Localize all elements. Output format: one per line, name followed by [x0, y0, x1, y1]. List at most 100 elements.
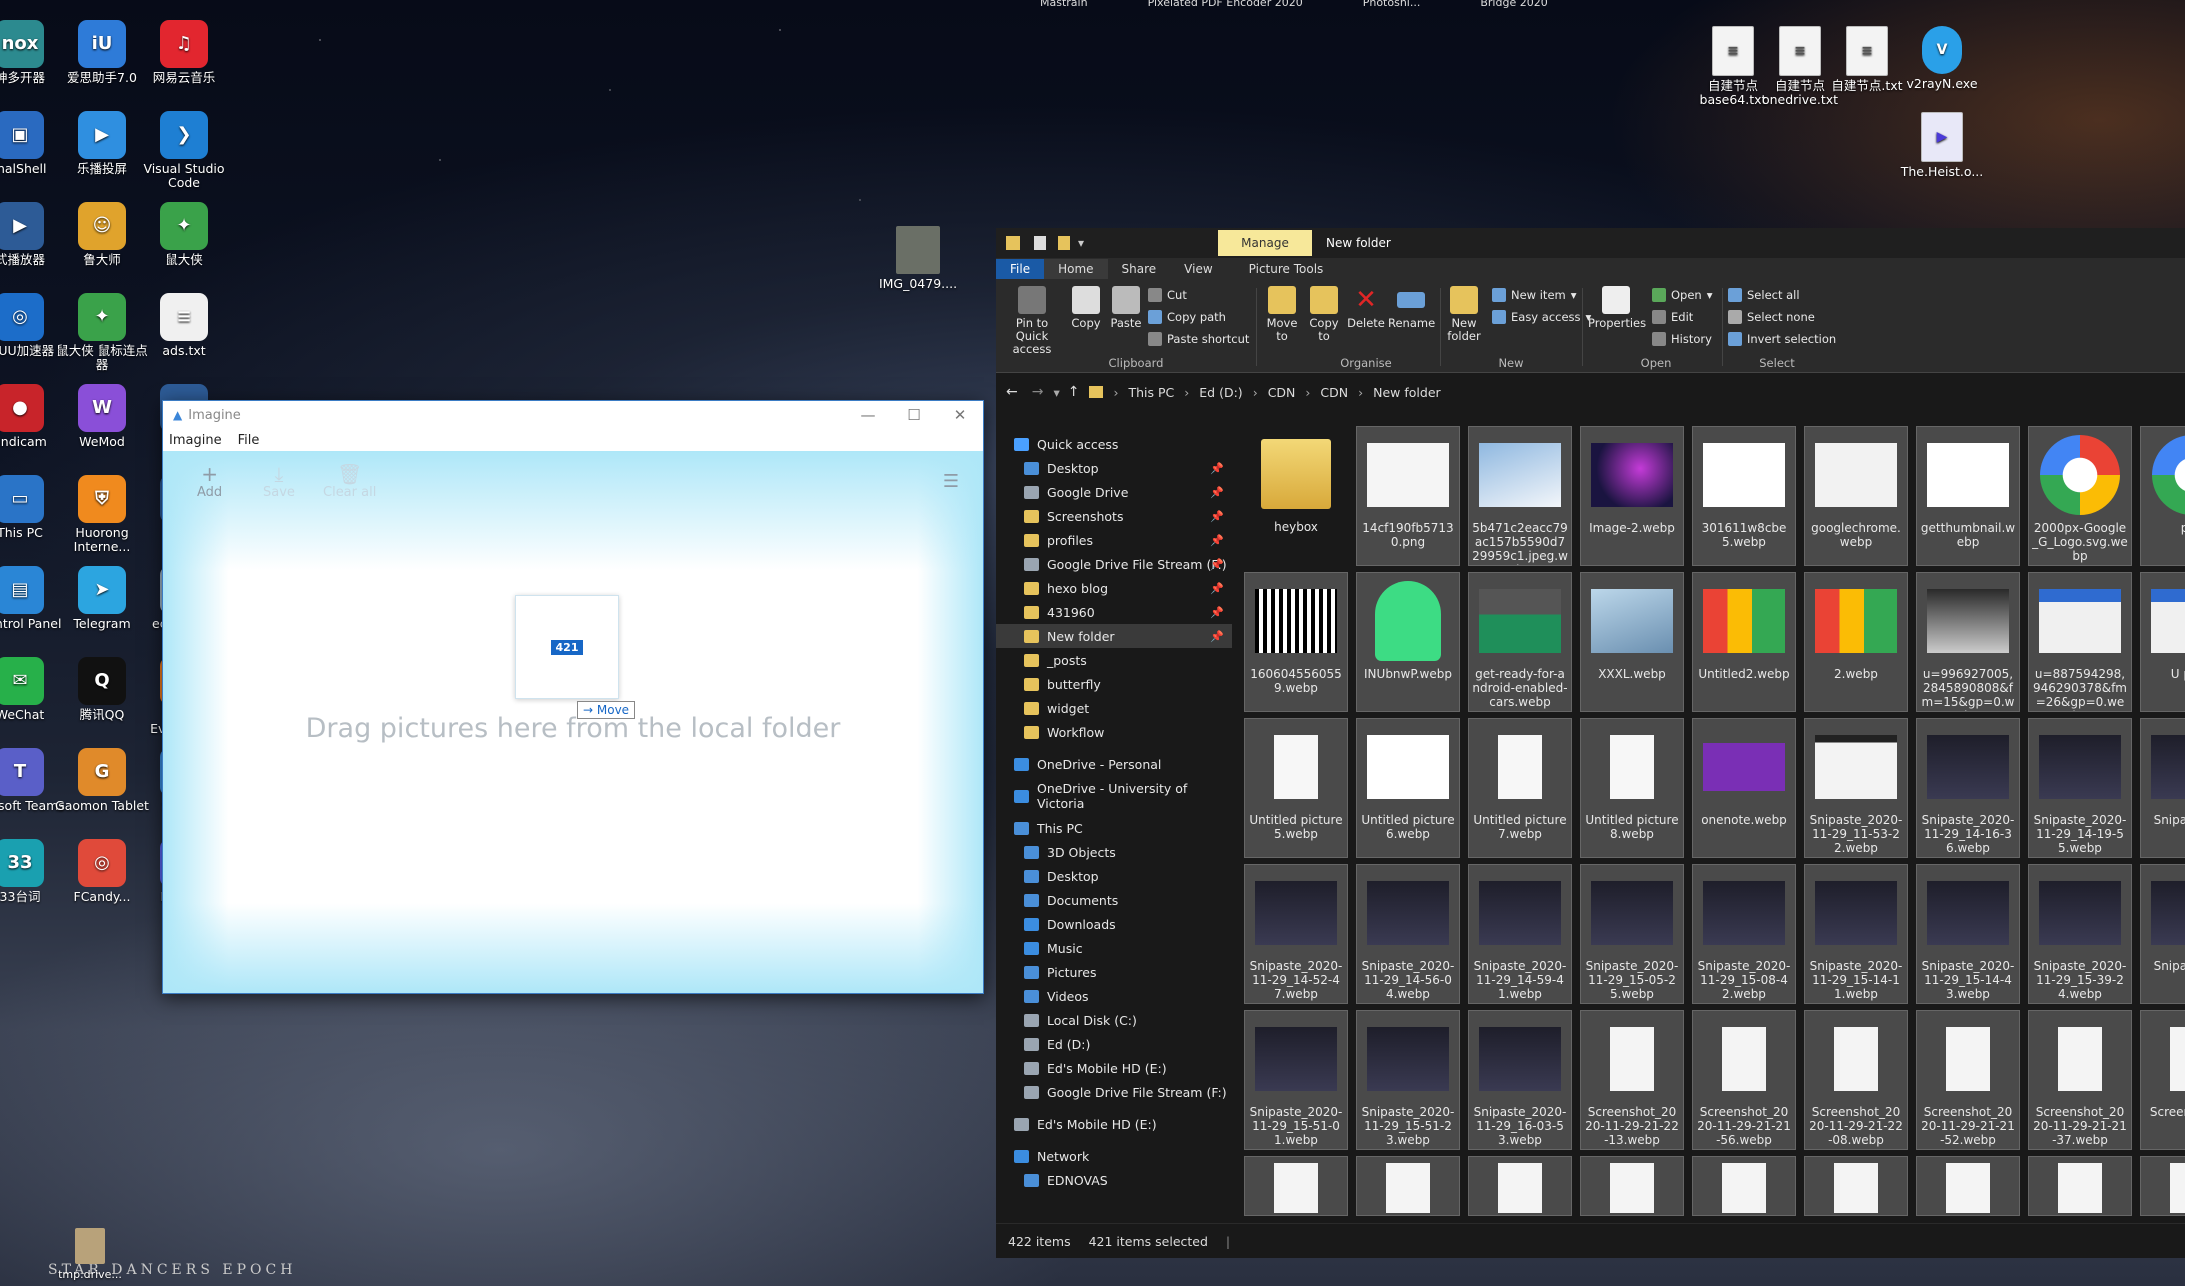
desktop-icon-tmp[interactable]: tmp.drive...: [40, 1228, 140, 1282]
pin-to-quick-access-button[interactable]: Pin to Quick access: [1000, 286, 1064, 356]
minimize-icon[interactable]: —: [845, 406, 891, 424]
nav-item[interactable]: Videos: [996, 984, 1232, 1008]
file-tile[interactable]: Screen 11-29-: [2140, 1010, 2185, 1150]
paste-button[interactable]: Paste: [1108, 286, 1144, 330]
menu-imagine[interactable]: Imagine: [169, 433, 222, 448]
file-tile[interactable]: getthumbnail.webp: [1916, 426, 2020, 566]
nav-item[interactable]: 3D Objects: [996, 840, 1232, 864]
qat-dropdown-icon[interactable]: ▾: [1078, 236, 1084, 250]
breadcrumb-item[interactable]: Ed (D:): [1199, 385, 1242, 400]
nav-item[interactable]: Ed's Mobile HD (E:): [996, 1056, 1232, 1080]
nav-item[interactable]: Workflow: [996, 720, 1232, 744]
nav-item[interactable]: butterfly: [996, 672, 1232, 696]
file-tile[interactable]: Untitled picture8.webp: [1580, 718, 1684, 858]
nav-item[interactable]: _posts: [996, 648, 1232, 672]
desktop-icon-img[interactable]: IMG_0479....: [868, 226, 968, 291]
nav-item[interactable]: Google Drive File Stream (F:) 📌: [996, 552, 1232, 576]
breadcrumb-item[interactable]: New folder: [1373, 385, 1441, 400]
tab-manage[interactable]: Manage: [1218, 230, 1312, 256]
desktop-icon[interactable]: ✦ 鼠大侠: [134, 202, 234, 267]
nav-item[interactable]: Google Drive File Stream (F:): [996, 1080, 1232, 1104]
file-tile[interactable]: get-ready-for-android-enabled-cars.webp: [1468, 572, 1572, 712]
save-button[interactable]: ⤓ Save: [263, 463, 295, 500]
file-tile[interactable]: Snipaste_2020-11-29_14-59-41.webp: [1468, 864, 1572, 1004]
new-item-button[interactable]: New item ▾: [1492, 288, 1577, 302]
close-icon[interactable]: ✕: [937, 406, 983, 424]
file-tile[interactable]: Image-2.webp: [1580, 426, 1684, 566]
tab-picture-tools[interactable]: Picture Tools: [1235, 262, 1338, 276]
file-tile[interactable]: [2140, 1156, 2185, 1216]
open-button[interactable]: Open ▾: [1652, 288, 1713, 302]
nav-item[interactable]: EDNOVAS: [996, 1168, 1232, 1192]
nav-item[interactable]: Google Drive 📌: [996, 480, 1232, 504]
explorer-titlebar[interactable]: ▾ Manage New folder: [996, 228, 2185, 258]
file-tile[interactable]: [1804, 1156, 1908, 1216]
file-tile[interactable]: Snipas -29_1: [2140, 718, 2185, 858]
copy-to-button[interactable]: Copy to: [1304, 286, 1344, 343]
new-folder-icon[interactable]: [1058, 236, 1070, 250]
forward-icon[interactable]: →: [1032, 384, 1044, 400]
breadcrumb-item[interactable]: This PC: [1128, 385, 1174, 400]
file-tile[interactable]: Untitled picture5.webp: [1244, 718, 1348, 858]
properties-button[interactable]: Properties: [1588, 286, 1646, 330]
file-tile[interactable]: Snipaste_2020-11-29_15-51-01.webp: [1244, 1010, 1348, 1150]
menu-file[interactable]: File: [238, 433, 260, 448]
file-tile[interactable]: heybox: [1244, 426, 1348, 566]
file-tile[interactable]: 5b471c2eacc79ac157b5590d729959c1.jpeg.we…: [1468, 426, 1572, 566]
file-tile[interactable]: onenote.webp: [1692, 718, 1796, 858]
delete-button[interactable]: ✕ Delete: [1346, 286, 1386, 330]
file-tile[interactable]: u=996927005,2845890808&fm=15&gp=0.webp: [1916, 572, 2020, 712]
nav-item[interactable]: Desktop: [996, 864, 1232, 888]
file-tile[interactable]: Snipas -29_1: [2140, 864, 2185, 1004]
nav-item[interactable]: This PC: [996, 816, 1232, 840]
history-button[interactable]: History: [1652, 332, 1712, 346]
nav-item[interactable]: Screenshots 📌: [996, 504, 1232, 528]
nav-item[interactable]: 431960 📌: [996, 600, 1232, 624]
file-tile[interactable]: Snipaste_2020-11-29_16-03-53.webp: [1468, 1010, 1572, 1150]
file-tile[interactable]: Screenshot_2020-11-29-21-21-37.webp: [2028, 1010, 2132, 1150]
file-tile[interactable]: Snipaste_2020-11-29_14-56-04.webp: [1356, 864, 1460, 1004]
file-tile[interactable]: googlechrome.webp: [1804, 426, 1908, 566]
nav-item[interactable]: Ed's Mobile HD (E:): [996, 1112, 1232, 1136]
file-tile[interactable]: [1916, 1156, 2020, 1216]
properties-icon[interactable]: [1034, 236, 1046, 250]
file-tile[interactable]: Snipaste_2020-11-29_15-14-11.webp: [1804, 864, 1908, 1004]
file-tile[interactable]: [1580, 1156, 1684, 1216]
back-icon[interactable]: ←: [1006, 384, 1018, 400]
file-tile[interactable]: Untitled picture6.webp: [1356, 718, 1460, 858]
nav-item[interactable]: Desktop 📌: [996, 456, 1232, 480]
file-tile[interactable]: Snipaste_2020-11-29_14-16-36.webp: [1916, 718, 2020, 858]
file-tile[interactable]: Snipaste_2020-11-29_15-14-43.webp: [1916, 864, 2020, 1004]
file-tile[interactable]: Screenshot_2020-11-29-21-21-56.webp: [1692, 1010, 1796, 1150]
file-tile[interactable]: 301611w8cbe5.webp: [1692, 426, 1796, 566]
desktop-icon[interactable]: ❯ Visual Studio Code: [134, 111, 234, 190]
nav-item[interactable]: Music: [996, 936, 1232, 960]
file-tile[interactable]: u=887594298,946290378&fm=26&gp=0.webp: [2028, 572, 2132, 712]
file-tile[interactable]: XXXL.webp: [1580, 572, 1684, 712]
rename-button[interactable]: Rename: [1388, 286, 1435, 330]
cut-button[interactable]: Cut: [1148, 288, 1187, 302]
nav-item[interactable]: Quick access: [996, 432, 1232, 456]
breadcrumb-item[interactable]: CDN: [1268, 385, 1296, 400]
file-tile[interactable]: U pictu: [2140, 572, 2185, 712]
file-tile[interactable]: [1244, 1156, 1348, 1216]
file-tile[interactable]: Snipaste_2020-11-29_15-39-24.webp: [2028, 864, 2132, 1004]
file-tile[interactable]: Screenshot_2020-11-29-21-22-08.webp: [1804, 1010, 1908, 1150]
desktop-icon[interactable]: ♫ 网易云音乐: [134, 20, 234, 85]
nav-item[interactable]: New folder 📌: [996, 624, 1232, 648]
invert-selection-button[interactable]: Invert selection: [1728, 332, 1836, 346]
easy-access-button[interactable]: Easy access ▾: [1492, 310, 1591, 324]
file-tile[interactable]: Snipaste_2020-11-29_15-05-25.webp: [1580, 864, 1684, 1004]
nav-item[interactable]: Pictures: [996, 960, 1232, 984]
file-tile[interactable]: 2000px-Google_G_Logo.svg.webp: [2028, 426, 2132, 566]
nav-item[interactable]: Documents: [996, 888, 1232, 912]
imagine-drop-zone[interactable]: + Add ⤓ Save 🗑 Clear all ☰ 421 Drag pict…: [163, 451, 983, 993]
desktop-icon[interactable]: ≡ ads.txt: [134, 293, 234, 358]
chevron-down-icon[interactable]: ▾: [1053, 385, 1059, 400]
tab-home[interactable]: Home: [1044, 259, 1108, 279]
settings-sliders-icon[interactable]: ☰: [943, 471, 959, 492]
up-icon[interactable]: ↑: [1068, 384, 1080, 400]
file-tile[interactable]: Untitled picture7.webp: [1468, 718, 1572, 858]
nav-item[interactable]: profiles 📌: [996, 528, 1232, 552]
file-tile[interactable]: Snipaste_2020-11-29_14-19-55.webp: [2028, 718, 2132, 858]
